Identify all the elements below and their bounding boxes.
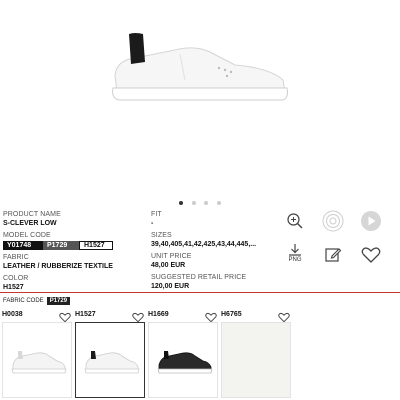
360-view-icon[interactable] <box>322 210 344 232</box>
product-actions: PNG <box>280 208 398 278</box>
color-label: COLOR <box>3 275 29 282</box>
product-name-label: PRODUCT NAME <box>3 211 61 218</box>
unit-price-label: UNIT PRICE <box>151 253 192 260</box>
fit-value: - <box>151 220 154 227</box>
play-icon[interactable] <box>360 210 382 232</box>
swatch-thumbnail[interactable] <box>2 322 72 398</box>
swatch-card[interactable]: H1527 <box>75 310 145 398</box>
model-code-chip: Y01748 <box>3 241 43 250</box>
product-info-right: FIT - SIZES 39,40,405,41,42,425,43,44,44… <box>151 210 271 294</box>
fabric-value: LEATHER / RUBBERIZE TEXTILE <box>3 263 113 270</box>
swatch-card[interactable]: H1669 <box>148 310 218 398</box>
swatch-card[interactable]: H6765 <box>221 310 291 398</box>
edit-note-icon[interactable] <box>322 244 344 266</box>
fabric-code-row: FABRIC CODE P1729 <box>3 297 71 305</box>
carousel-dot[interactable] <box>191 200 196 205</box>
model-code-chip: P1729 <box>43 241 79 250</box>
fabric-code-label: FABRIC CODE <box>3 298 44 304</box>
color-swatches: H0038 H1527 H1669 H6765 <box>2 310 398 400</box>
fabric-code-value: P1729 <box>46 297 71 305</box>
swatch-card[interactable]: H0038 <box>2 310 72 398</box>
retail-price-label: SUGGESTED RETAIL PRICE <box>151 274 247 281</box>
sneaker-illustration <box>112 33 288 101</box>
swatch-thumbnail[interactable] <box>221 322 291 398</box>
product-hero-image <box>0 0 400 190</box>
sizes-value: 39,40,405,41,42,425,43,44,445,... <box>151 241 257 248</box>
retail-price-value: 120,00 EUR <box>151 283 190 290</box>
carousel-dot[interactable] <box>216 200 221 205</box>
heart-icon[interactable] <box>360 244 382 266</box>
zoom-in-icon[interactable] <box>284 210 306 232</box>
fabric-label: FABRIC <box>3 254 29 261</box>
swatch-thumbnail[interactable] <box>75 322 145 398</box>
carousel-dot[interactable] <box>179 200 184 205</box>
product-info-left: PRODUCT NAME S-CLEVER LOW MODEL CODE Y01… <box>3 210 143 295</box>
swatch-thumbnail[interactable] <box>148 322 218 398</box>
fit-label: FIT <box>151 211 162 218</box>
unit-price-value: 48,00 EUR <box>151 262 186 269</box>
model-code-label: MODEL CODE <box>3 232 51 239</box>
carousel-dot[interactable] <box>204 200 209 205</box>
download-png-label: PNG <box>288 256 302 263</box>
download-png-icon[interactable]: PNG <box>284 242 306 264</box>
sizes-label: SIZES <box>151 232 172 239</box>
product-name-value: S-CLEVER LOW <box>3 220 57 227</box>
model-codes: Y01748 P1729 H1527 <box>3 241 143 250</box>
section-divider <box>0 292 400 293</box>
color-value: H1527 <box>3 284 24 291</box>
model-code-chip: H1527 <box>79 241 113 250</box>
